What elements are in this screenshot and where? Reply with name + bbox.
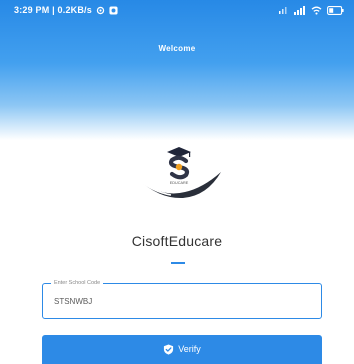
school-code-label: Enter School Code — [51, 279, 104, 288]
verify-button-label: Verify — [178, 344, 201, 354]
school-code-field[interactable]: Enter School Code — [42, 279, 322, 319]
app-title: CisoftEducare — [131, 233, 223, 249]
wifi-icon — [311, 6, 322, 15]
title-underline — [171, 262, 185, 264]
status-bar: 3:29 PM | 0.2KB/s — [0, 0, 354, 20]
settings-icon — [96, 6, 105, 15]
volte-icon — [279, 6, 289, 14]
battery-icon — [327, 5, 344, 15]
app-notification-icon — [109, 5, 118, 15]
status-time-speed: 3:29 PM | 0.2KB/s — [14, 5, 92, 15]
header-banner: 3:29 PM | 0.2KB/s Welcome — [0, 0, 354, 140]
signal-icon — [294, 5, 306, 15]
shield-check-icon — [163, 344, 174, 355]
verify-button[interactable]: Verify — [42, 335, 322, 364]
status-left: 3:29 PM | 0.2KB/s — [14, 5, 118, 15]
logo-caption: EDUCARE — [170, 181, 189, 185]
app-logo: EDUCARE — [129, 136, 229, 206]
school-code-input[interactable] — [54, 293, 304, 309]
status-right — [279, 5, 344, 15]
welcome-heading: Welcome — [158, 44, 196, 53]
